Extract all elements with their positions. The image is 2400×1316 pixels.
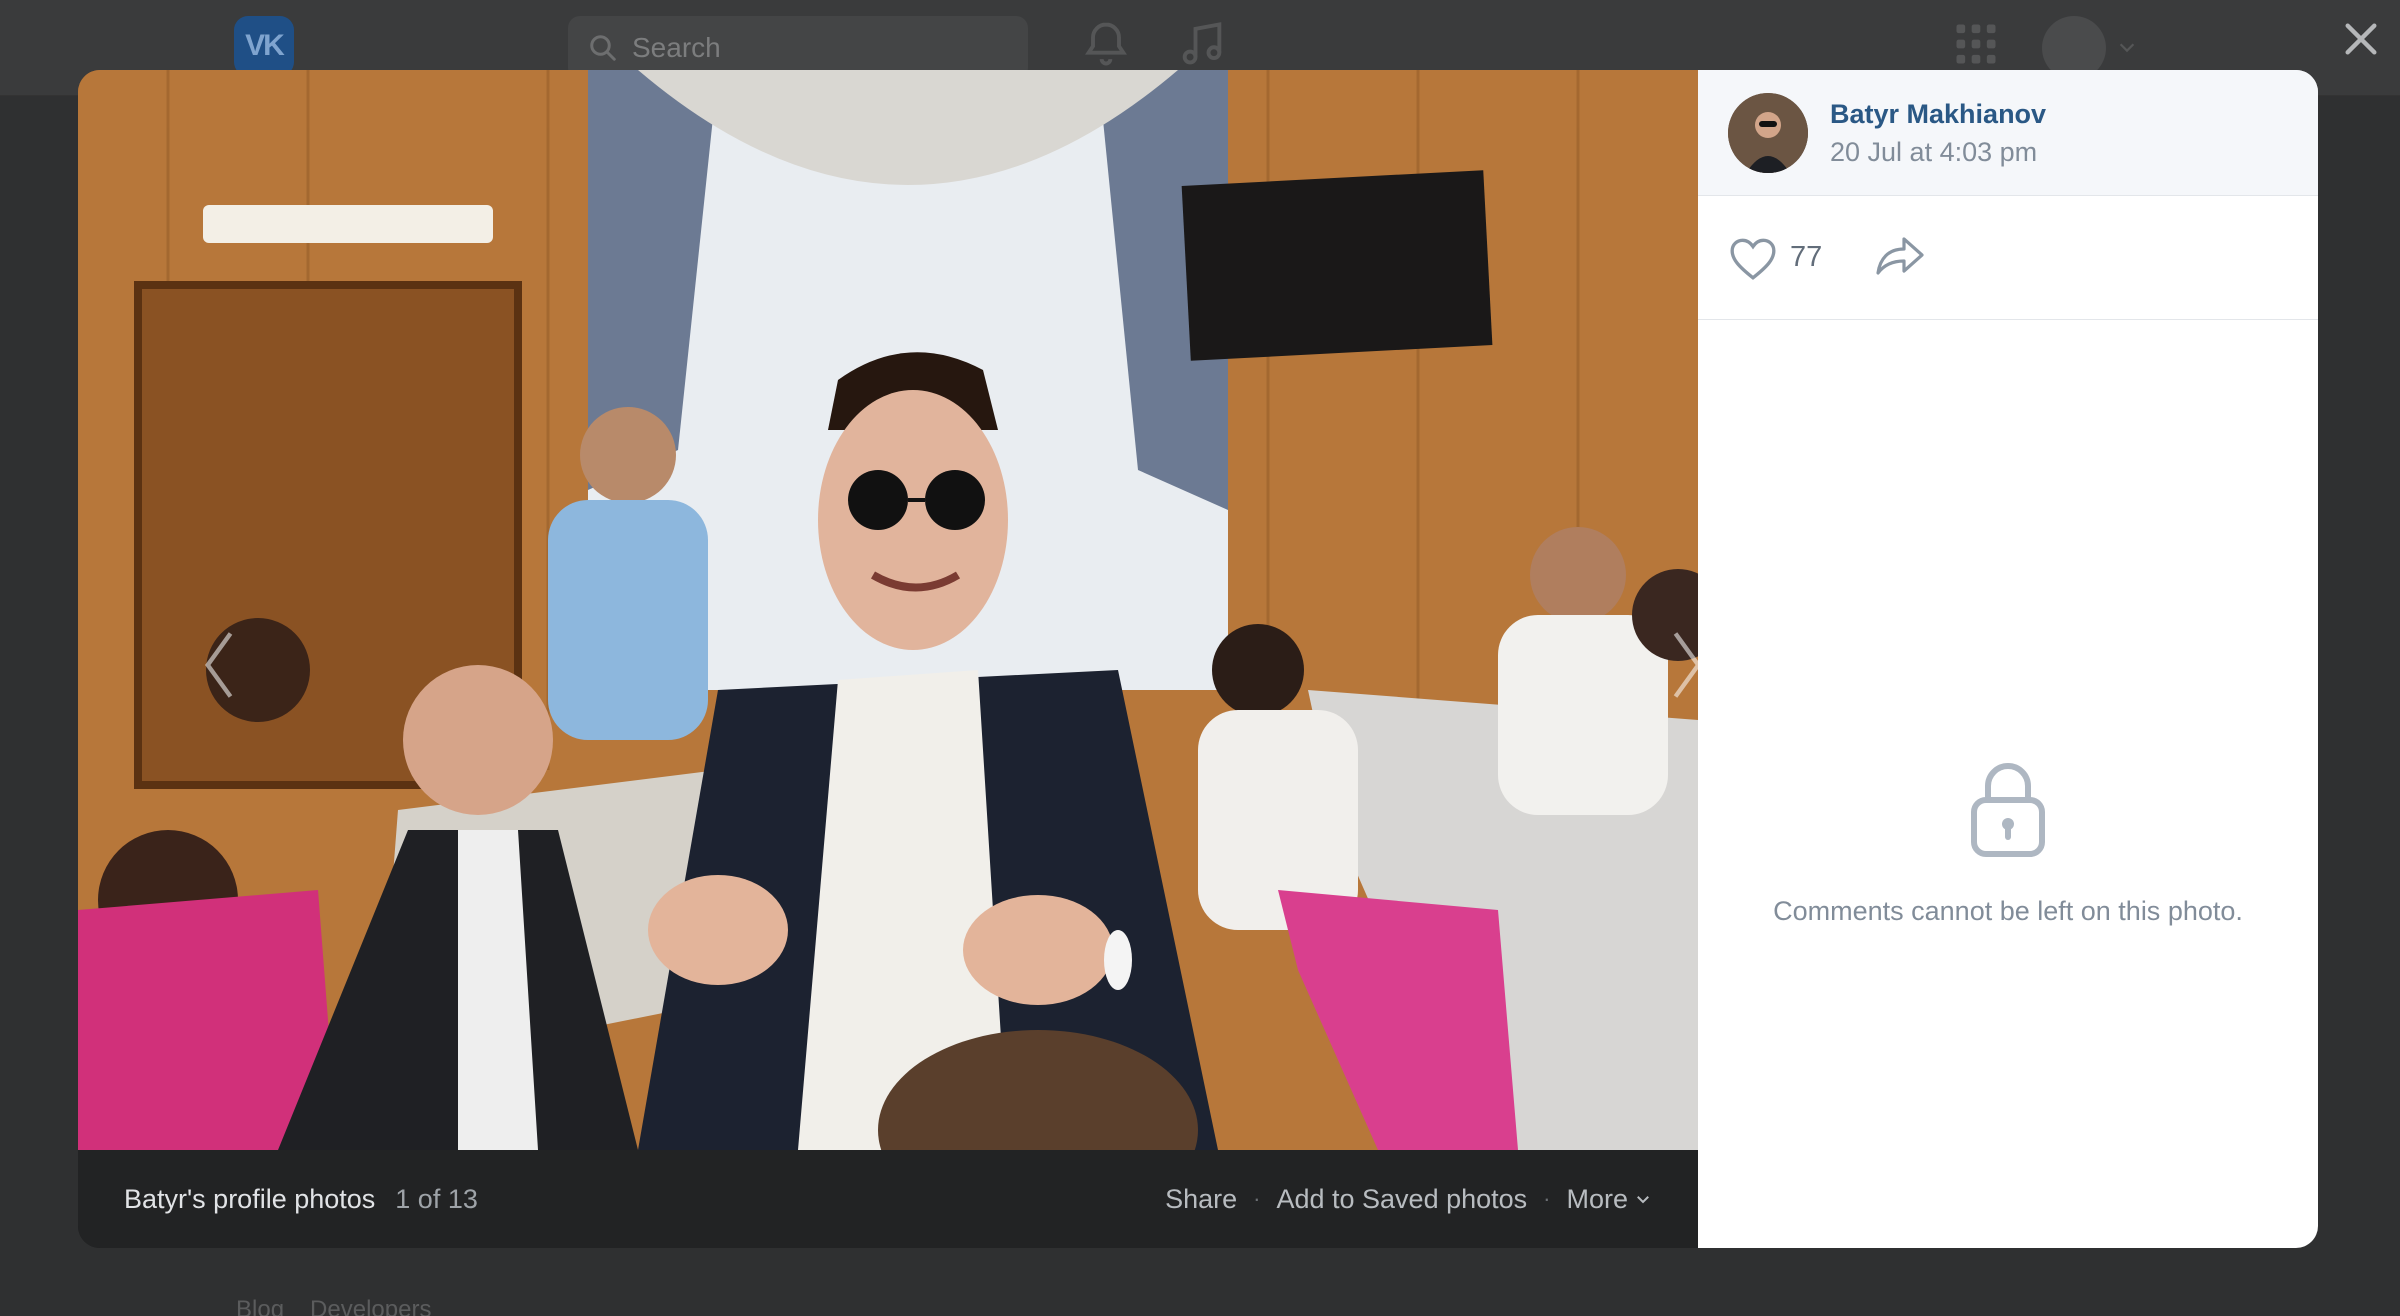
photo-viewer: Batyr's profile photos 1 of 13 Share · A… [78,70,2318,1248]
lock-icon [1971,763,2045,857]
more-label: More [1566,1183,1628,1214]
vk-logo[interactable]: VK [234,16,294,76]
search-placeholder: Search [632,32,721,63]
music-icon[interactable] [1176,18,1228,70]
add-to-saved-link[interactable]: Add to Saved photos [1276,1184,1527,1215]
comments-locked-text: Comments cannot be left on this photo. [1773,896,2243,926]
post-date[interactable]: 20 Jul at 4:03 pm [1830,133,2046,171]
reactions-bar: 77 [1698,196,2318,320]
main-photo[interactable] [78,70,1698,1150]
chevron-down-icon [1637,1196,1649,1204]
author-info: Batyr Makhianov 20 Jul at 4:03 pm [1830,95,2046,171]
photo-side-panel: Batyr Makhianov 20 Jul at 4:03 pm 77 Com… [1698,70,2318,1248]
like-button[interactable]: 77 [1728,235,1822,281]
footer-link-developers[interactable]: Developers [310,1296,431,1316]
separator-dot: · [1543,1186,1551,1211]
photo-illustration [78,70,1698,1150]
close-icon [2345,23,2377,55]
more-menu-button[interactable]: More [1566,1184,1652,1215]
photo-counter: 1 of 13 [395,1183,478,1214]
bell-icon[interactable] [1080,18,1132,70]
close-viewer-button[interactable] [2338,16,2384,62]
photo-actions: Share · Add to Saved photos · More [1165,1184,1652,1215]
photo-pane: Batyr's profile photos 1 of 13 Share · A… [78,70,1698,1248]
author-avatar[interactable] [1728,92,1808,173]
share-link[interactable]: Share [1165,1184,1237,1215]
album-title-link[interactable]: Batyr's profile photos [124,1184,375,1215]
chevron-down-icon[interactable] [2116,36,2138,58]
comments-locked-notice: Comments cannot be left on this photo. [1698,760,2318,927]
search-icon [590,35,616,61]
separator-dot: · [1253,1186,1261,1211]
photo-info-bar: Batyr's profile photos 1 of 13 Share · A… [78,1150,1698,1248]
footer-links: Blog Developers [236,1296,431,1316]
author-name-link[interactable]: Batyr Makhianov [1830,95,2046,133]
chevron-right-icon [1673,632,1698,698]
previous-photo-button[interactable] [200,630,260,730]
author-block: Batyr Makhianov 20 Jul at 4:03 pm [1698,70,2318,196]
apps-grid-icon[interactable] [1950,18,2002,70]
chevron-left-icon [205,632,233,698]
share-button[interactable] [1874,233,1926,282]
avatar-image [1728,92,1808,173]
share-arrow-icon [1876,237,1924,275]
like-count: 77 [1790,241,1823,273]
footer-link-blog[interactable]: Blog [236,1296,284,1316]
heart-icon [1730,238,1776,280]
next-photo-button[interactable] [1666,630,1698,730]
